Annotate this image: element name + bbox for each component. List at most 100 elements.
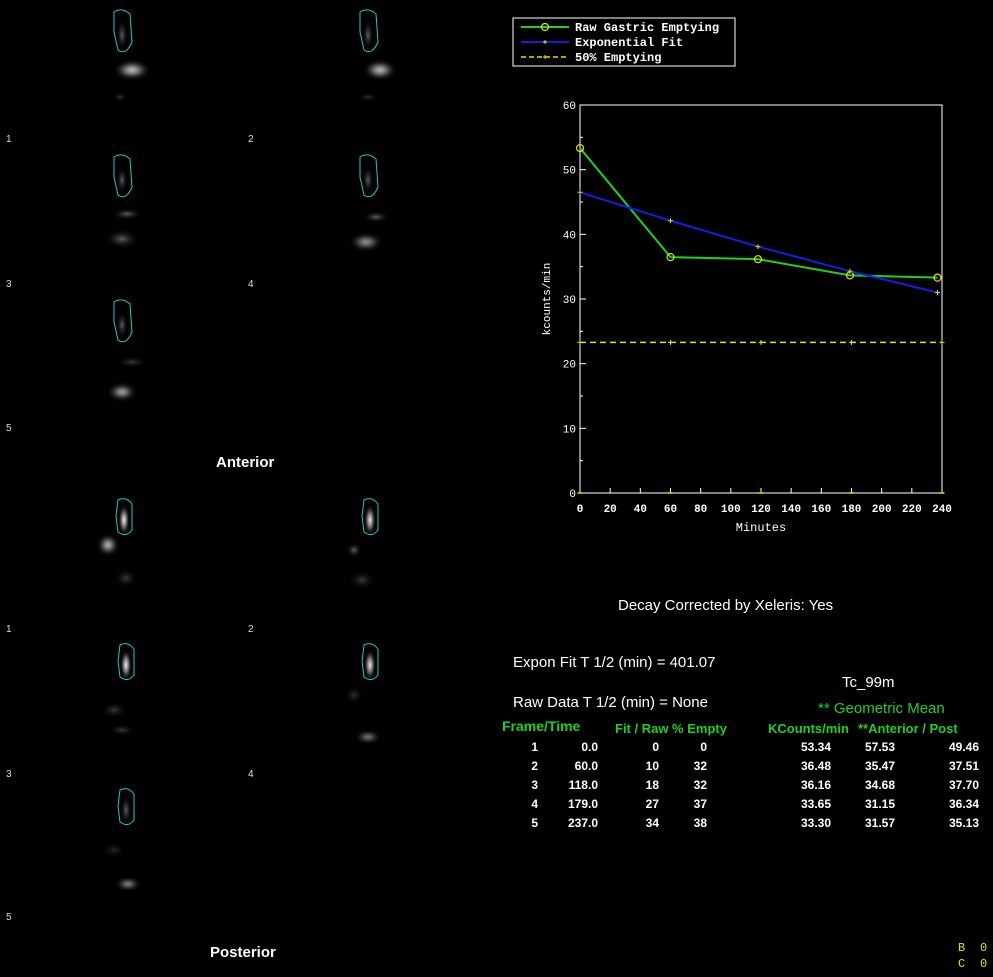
x-tick-label: 140 (781, 504, 801, 516)
table-row-4-post-cell: 36.34 (948, 797, 979, 811)
series-2-point (758, 339, 764, 345)
x-axis-label: Minutes (736, 521, 786, 535)
x-tick-label: 220 (902, 504, 922, 516)
table-row-5-fit-cell: 34 (645, 816, 659, 830)
table-row-4-frame-cell: 4 (531, 797, 538, 811)
table-row-3-time-cell: 118.0 (568, 778, 598, 792)
scan-images (98, 9, 396, 889)
c-value: 0 (980, 957, 988, 971)
y-tick-label: 10 (563, 424, 576, 436)
posterior-frame-2-label: 2 (248, 624, 254, 635)
anterior-frame-4-label: 4 (248, 279, 254, 290)
table-row-1-frame-cell: 1 (531, 740, 538, 754)
table-row-5-frame-cell: 5 (531, 816, 538, 830)
y-tick-label: 0 (569, 489, 576, 501)
table-row-4-time-cell: 179.0 (567, 797, 598, 811)
geometric-mean-label: ** Geometric Mean (818, 700, 945, 717)
series-2-point (668, 339, 673, 345)
anterior-frame-5 (108, 299, 148, 400)
table-row-4-fit-cell: 27 (645, 797, 659, 811)
table-row-1-anterior-cell: 57.53 (864, 740, 895, 754)
y-tick-label: 30 (563, 295, 576, 307)
isotope-label: Tc_99m (842, 674, 895, 691)
table-row-4-anterior-cell: 31.15 (864, 797, 895, 811)
series-2-point (577, 339, 583, 345)
x-tick-label: 0 (577, 504, 584, 516)
posterior-frame-4 (344, 643, 380, 742)
x-tick-label: 180 (842, 504, 862, 516)
anterior-frame-3 (104, 154, 143, 249)
table-row-5-kcounts-cell: 33.30 (800, 816, 831, 830)
y-tick-label: 50 (563, 166, 576, 178)
anterior-frame-2-label: 2 (248, 134, 254, 145)
posterior-frame-4-label: 4 (248, 769, 254, 780)
table-row-1-kcounts-cell: 53.34 (800, 740, 831, 754)
anterior-frame-4 (350, 154, 390, 250)
series-line-0 (579, 147, 938, 279)
header-frame-time: Frame/Time (502, 718, 581, 734)
header-kcounts: KCounts/min (768, 721, 849, 736)
anterior-view-label: Anterior (216, 454, 275, 471)
table-row-1-fit-cell: 0 (652, 740, 659, 754)
table-row-5-time-cell: 237.0 (567, 816, 598, 830)
x-tick-label: 120 (751, 504, 771, 516)
posterior-frame-5 (102, 788, 140, 889)
table-row-4-kcounts-cell: 33.65 (800, 797, 831, 811)
header-anterior-post: **Anterior / Post (858, 721, 958, 736)
decay-corrected-text: Decay Corrected by Xeleris: Yes (618, 597, 834, 614)
posterior-frame-5-label: 5 (6, 912, 12, 923)
table-row-2-post-cell: 37.51 (948, 759, 979, 773)
table-row-2-time-cell: 60.0 (574, 759, 598, 773)
table-row-4-raw-cell: 37 (693, 797, 707, 811)
b-value: 0 (980, 941, 988, 955)
series-1-point (934, 290, 940, 296)
anterior-frame-1 (112, 9, 150, 102)
x-tick-label: 100 (721, 504, 741, 516)
plot-frame (579, 104, 943, 494)
header-fit-raw: Fit / Raw % Empty (615, 721, 727, 736)
series-1-point (668, 218, 673, 224)
posterior-frame-3 (100, 643, 136, 736)
posterior-frame-1-label: 1 (6, 624, 12, 635)
table-row-3-raw-cell: 32 (693, 778, 707, 792)
table-row-3-anterior-cell: 34.68 (864, 778, 895, 792)
x-tick-label: 20 (604, 504, 617, 516)
posterior-frame-3-label: 3 (6, 769, 12, 780)
table-row-2-kcounts-cell: 36.48 (800, 759, 831, 773)
x-tick-label: 200 (872, 504, 892, 516)
anterior-frame-5-label: 5 (6, 423, 12, 434)
x-tick-label: 40 (634, 504, 647, 516)
y-tick-label: 60 (563, 101, 576, 113)
series-1-point (755, 244, 761, 250)
table-row-3-fit-cell: 18 (645, 778, 659, 792)
y-axis-label: kcounts/min (542, 263, 554, 336)
y-tick-label: 40 (563, 230, 576, 242)
raw-data-half-time: Raw Data T 1/2 (min) = None (513, 694, 708, 711)
anterior-frame-2 (358, 9, 396, 102)
table-row-2-fit-cell: 10 (645, 759, 659, 773)
x-tick-label: 160 (811, 504, 831, 516)
anterior-frame-3-label: 3 (6, 279, 12, 290)
b-label: B (958, 941, 966, 955)
table-row-3-frame-cell: 3 (531, 778, 538, 792)
table-row-1-time-cell: 0.0 (581, 740, 598, 754)
series-2-point (939, 339, 945, 345)
x-tick-label: 80 (694, 504, 707, 516)
series-line-1 (579, 191, 938, 294)
legend-label-1: Exponential Fit (575, 36, 683, 50)
y-tick-label: 20 (563, 360, 576, 372)
table-row-3-post-cell: 37.70 (948, 778, 979, 792)
x-tick-label: 60 (664, 504, 677, 516)
anterior-frame-1-label: 1 (6, 134, 12, 145)
table-row-1-post-cell: 49.46 (948, 740, 979, 754)
expon-fit-half-time: Expon Fit T 1/2 (min) = 401.07 (513, 654, 716, 671)
table-row-2-raw-cell: 32 (693, 759, 707, 773)
posterior-frame-2 (346, 498, 379, 590)
table-row-2-frame-cell: 2 (531, 759, 538, 773)
table-row-5-raw-cell: 38 (693, 816, 707, 830)
table-row-5-post-cell: 35.13 (948, 816, 979, 830)
legend-label-0: Raw Gastric Emptying (575, 21, 719, 35)
table-row-3-kcounts-cell: 36.16 (800, 778, 831, 792)
c-label: C (958, 957, 966, 971)
x-tick-label: 240 (932, 504, 952, 516)
